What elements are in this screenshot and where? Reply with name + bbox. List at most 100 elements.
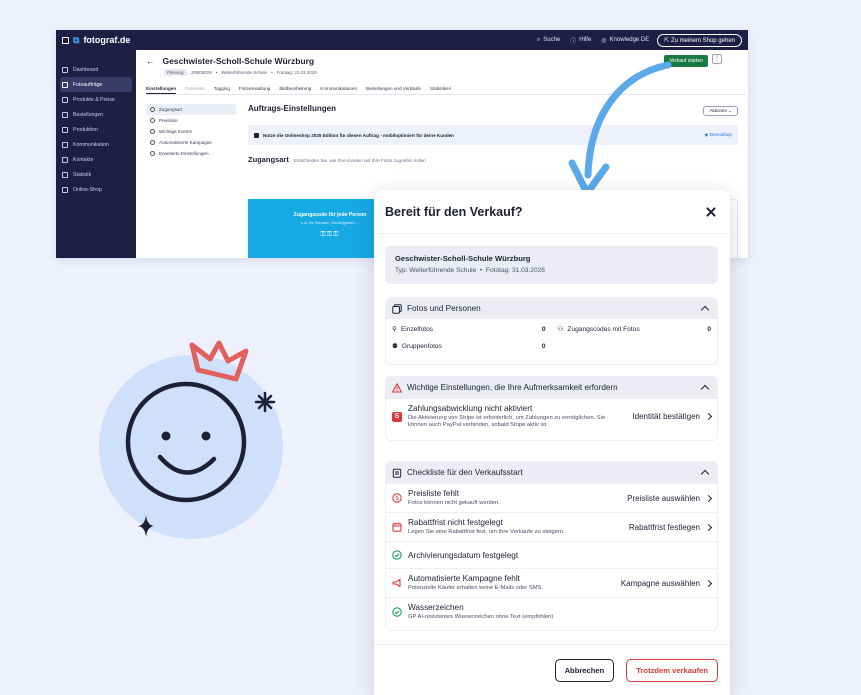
megaphone-icon: [150, 140, 155, 145]
row-action-label: Identität bestätigen: [632, 412, 700, 421]
knowledge-link[interactable]: ◎ Knowledge DE: [601, 37, 649, 44]
chevron-up-icon[interactable]: [700, 384, 710, 394]
help-link[interactable]: ⓘ Hilfe: [570, 36, 591, 45]
checklist-item-preisliste[interactable]: $ Preisliste fehlt Fotos können nicht ge…: [386, 483, 717, 512]
sidebar-item-fotoauftraege[interactable]: Fotoaufträge: [60, 77, 132, 92]
job-summary: Geschwister-Scholl-Schule Würzburg Typ: …: [385, 246, 718, 284]
svg-text:$: $: [395, 495, 399, 502]
sidebar-item-online-shop[interactable]: Online-Shop: [56, 182, 136, 197]
close-icon[interactable]: [703, 204, 719, 220]
tab-personen[interactable]: Personen: [185, 86, 205, 94]
tab-einstellungen[interactable]: Einstellungen: [146, 86, 177, 94]
tab-bestellungen[interactable]: Bestellungen und Verkäufe: [366, 86, 421, 94]
summary-date: Fototag: 31.03.2026: [485, 267, 545, 274]
stripe-row[interactable]: S Zahlungsabwicklung nicht aktiviert Die…: [386, 398, 717, 434]
tab-tagging[interactable]: Tagging: [214, 86, 230, 94]
row-title: Rabattfrist nicht festgelegt: [408, 518, 503, 527]
stat-value: 0: [541, 342, 546, 350]
stripe-icon: S: [392, 411, 402, 422]
sidebar-item-produktion[interactable]: Produktion: [56, 122, 136, 137]
tab-statistiken[interactable]: Statistiken: [430, 86, 451, 94]
subnav-zugangsart[interactable]: Zugangsart: [146, 104, 236, 115]
important-settings-section: Wichtige Einstellungen, die Ihre Aufmerk…: [385, 376, 718, 441]
calendar-alert-icon: [392, 522, 402, 532]
row-title: Automatisierte Kampagne fehlt: [408, 574, 520, 583]
meta-separator: •: [271, 70, 273, 75]
tab-kommunikationen[interactable]: Kommunikationen: [320, 86, 357, 94]
home-icon: [62, 66, 68, 73]
go-to-shop-button[interactable]: ⇱ Zu meinem Shop gehen: [657, 33, 742, 47]
job-id: JOB00029: [190, 70, 212, 75]
sidebar-item-kontakte[interactable]: Kontakte: [56, 152, 136, 167]
top-bar: ⧉ fotograf.de ⌕ Suche ⓘ Hilfe ◎ Knowledge D…: [56, 30, 748, 50]
sidebar-item-statistik[interactable]: Statistik: [56, 167, 136, 182]
tab-bildbearbeitung[interactable]: Bildbearbeitung: [279, 86, 311, 94]
check-circle-icon: [392, 607, 402, 617]
edition-label: Nutze die Onlineshop 2025 Edition für di…: [263, 132, 454, 138]
users-icon: ⚇: [557, 326, 564, 333]
subnav-label: Zugangsart: [159, 107, 183, 112]
section-header[interactable]: Fotos und Personen: [386, 298, 717, 319]
chevron-up-icon[interactable]: [700, 305, 710, 315]
sidebar-item-label: Dashboard: [73, 66, 99, 73]
edition-checkbox[interactable]: [254, 132, 259, 138]
actions-label: Aktionen: [709, 108, 727, 113]
sidebar-item-label: Produktion: [73, 126, 98, 133]
select-campaign-link[interactable]: Kampagne auswählen: [621, 579, 713, 588]
chat-icon: [62, 141, 68, 148]
zugangsart-desc: Entscheiden Sie, wie Ihre Kunden auf Ihr…: [293, 158, 426, 163]
stat-einzelfotos: ⚲ Einzelfotos 0: [392, 325, 546, 334]
smiley-crown-illustration: [99, 340, 283, 539]
checklist-item-wasserzeichen: Wasserzeichen GP AI-resistentes Wasserze…: [386, 597, 717, 626]
row-title: Preisliste fehlt: [408, 489, 459, 498]
row-title: Archivierungsdatum festgelegt: [408, 550, 519, 560]
sidebar-toggle-icon[interactable]: [62, 36, 69, 44]
search-label: Suche: [543, 37, 561, 43]
sidebar-item-dashboard[interactable]: Dashboard: [56, 62, 136, 77]
search-icon: ⌕: [536, 36, 541, 43]
logo[interactable]: ⧉ fotograf.de: [62, 35, 130, 46]
sidebar-item-kommunikation[interactable]: Kommunikation: [56, 137, 136, 152]
back-arrow-icon[interactable]: ←: [146, 56, 155, 66]
subnav-events[interactable]: Wichtige Events: [146, 126, 236, 137]
subnav-label: Wichtige Events: [159, 129, 192, 134]
subnav-preisliste[interactable]: Preisliste: [146, 115, 236, 126]
cancel-button[interactable]: Abbrechen: [554, 658, 615, 682]
group-icon: ⚉: [392, 343, 398, 350]
megaphone-alert-icon: [392, 578, 401, 588]
sidebar-item-bestellungen[interactable]: Bestellungen: [56, 107, 136, 122]
row-desc: GP AI-resistentes Wasserzeichen ohne Tex…: [408, 614, 554, 620]
demoshop-link[interactable]: ◉ Demoshop: [704, 132, 732, 138]
set-discount-period-link[interactable]: Rabattfrist festlegen: [629, 523, 713, 532]
sell-anyway-button[interactable]: Trotzdem verkaufen: [626, 658, 718, 682]
checklist-item-archivierung: Archivierungsdatum festgelegt: [386, 541, 717, 568]
chevron-up-icon[interactable]: [700, 469, 710, 479]
actions-button[interactable]: Aktionen ⌄: [703, 106, 738, 116]
calendar-icon: [150, 129, 155, 134]
verify-identity-link[interactable]: Identität bestätigen: [632, 412, 713, 421]
tab-fotoverwaltung[interactable]: Fotoverwaltung: [239, 86, 270, 94]
sidebar-item-produkte[interactable]: Produkte & Preise: [56, 92, 136, 107]
chevron-right-icon: [704, 579, 713, 587]
checklist-item-kampagne[interactable]: Automatisierte Kampagne fehlt Potenziell…: [386, 568, 717, 597]
job-header: ← Geschwister-Scholl-Schule Würzburg Plan…: [146, 56, 317, 76]
more-options-icon[interactable]: ⋮: [712, 54, 722, 64]
sidebar-item-label: Kontakte: [73, 156, 94, 163]
section-header[interactable]: Checkliste für den Verkaufsstart: [386, 462, 717, 483]
subnav-kampagne[interactable]: Automatisierte Kampagne: [146, 137, 236, 148]
search-link[interactable]: ⌕ Suche: [537, 37, 560, 44]
subnav-label: Preisliste: [159, 118, 178, 123]
knowledge-label: Knowledge DE: [609, 37, 650, 43]
select-pricelist-link[interactable]: Preisliste auswählen: [627, 494, 713, 503]
logo-text: fotograf.de: [83, 35, 131, 45]
person-icon: ⚲: [392, 326, 397, 333]
checklist-item-rabattfrist[interactable]: Rabattfrist nicht festgelegt Legen Sie e…: [386, 512, 717, 541]
sidebar-item-label: Fotoaufträge: [73, 81, 103, 88]
job-type: Weiterführende Schule: [221, 70, 268, 75]
external-link-icon: ⇱: [664, 37, 671, 44]
subnav-erweitert[interactable]: Erweiterte Einstellungen: [146, 148, 236, 159]
chevron-right-icon: [704, 494, 713, 502]
sidebar-item-label: Bestellungen: [73, 111, 103, 118]
section-header[interactable]: Wichtige Einstellungen, die Ihre Aufmerk…: [386, 377, 717, 398]
section-title: Wichtige Einstellungen, die Ihre Aufmerk…: [407, 383, 618, 392]
